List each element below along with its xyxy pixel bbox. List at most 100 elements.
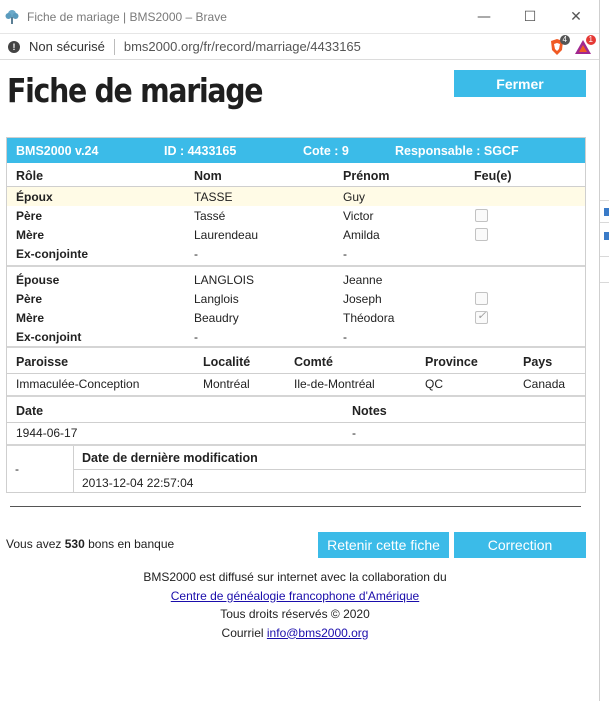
- bank-balance: Vous avez 530 bons en banque: [6, 537, 174, 551]
- minimize-button[interactable]: —: [461, 0, 507, 34]
- background-window: [600, 0, 609, 701]
- modification-left-value: -: [15, 462, 19, 476]
- table-row: Épouse LANGLOIS Jeanne: [7, 270, 585, 289]
- bank-suffix: bons en banque: [88, 537, 175, 551]
- role-cell: Père: [16, 292, 43, 306]
- security-label[interactable]: Non sécurisé: [29, 39, 105, 54]
- correction-button[interactable]: Correction: [454, 532, 586, 558]
- record-header: BMS2000 v.24 ID : 4433165 Cote : 9 Respo…: [7, 138, 585, 163]
- prenom-cell: Joseph: [343, 292, 382, 306]
- comte-cell: Ile-de-Montréal: [294, 377, 375, 391]
- background-line: [600, 256, 609, 257]
- col-feu: Feu(e): [474, 169, 512, 183]
- nom-cell: TASSE: [194, 190, 233, 204]
- nom-cell: Beaudry: [194, 311, 239, 325]
- table-row: Mère Beaudry Théodora: [7, 308, 585, 327]
- marriage-record: BMS2000 v.24 ID : 4433165 Cote : 9 Respo…: [6, 137, 586, 493]
- brave-shields-icon[interactable]: 4: [547, 34, 570, 57]
- pays-cell: Canada: [523, 377, 566, 391]
- maximize-button[interactable]: ☐: [507, 0, 553, 34]
- role-cell: Mère: [16, 311, 45, 325]
- email-link[interactable]: info@bms2000.org: [267, 626, 369, 640]
- cote-label: Cote : 9: [303, 144, 349, 158]
- modification-section: - Date de dernière modification 2013-12-…: [7, 444, 585, 492]
- horizontal-rule: [10, 506, 581, 507]
- partner-link[interactable]: Centre de généalogie francophone d'Améri…: [171, 589, 419, 603]
- background-mark: [604, 208, 609, 216]
- id-label: ID : 4433165: [164, 144, 237, 158]
- place-header-row: Paroisse Localité Comté Province Pays: [7, 346, 585, 374]
- table-row: Ex-conjoint - -: [7, 327, 585, 346]
- prenom-cell: -: [343, 330, 347, 344]
- brave-rewards-icon[interactable]: 1: [573, 34, 596, 57]
- bank-prefix: Vous avez: [6, 537, 62, 551]
- prenom-cell: -: [343, 247, 347, 261]
- col-localite: Localité: [203, 355, 251, 369]
- table-row: Père Tassé Victor: [7, 206, 585, 225]
- footer-rights: Tous droits réservés © 2020: [220, 607, 370, 621]
- nom-cell: -: [194, 330, 198, 344]
- shields-badge: 4: [559, 34, 570, 45]
- title-bar: Fiche de mariage | BMS2000 – Brave — ☐ ✕: [0, 0, 599, 34]
- modification-value: 2013-12-04 22:57:04: [82, 476, 194, 490]
- insecure-warning-icon[interactable]: !: [8, 40, 20, 53]
- deceased-checkbox: [475, 309, 488, 324]
- background-line: [600, 282, 609, 283]
- deceased-checkbox: [475, 228, 488, 241]
- col-role: Rôle: [16, 169, 44, 183]
- table-row: Père Langlois Joseph: [7, 289, 585, 308]
- browser-window: Fiche de mariage | BMS2000 – Brave — ☐ ✕…: [0, 0, 600, 701]
- version-label: BMS2000 v.24: [16, 144, 99, 158]
- retain-record-button[interactable]: Retenir cette fiche: [318, 532, 449, 558]
- background-line: [600, 200, 609, 201]
- responsable-label: Responsable : SGCF: [395, 144, 519, 158]
- col-date: Date: [16, 404, 44, 418]
- prenom-cell: Amilda: [343, 228, 380, 242]
- role-cell: Père: [16, 209, 43, 223]
- role-cell: Ex-conjointe: [16, 247, 89, 261]
- url-field[interactable]: bms2000.org/fr/record/marriage/4433165: [124, 39, 547, 54]
- footer-line: BMS2000 est diffusé sur internet avec la…: [143, 570, 447, 584]
- close-window-button[interactable]: ✕: [553, 0, 599, 34]
- tree-icon: [3, 8, 21, 26]
- page-title: Fiche de mariage: [7, 71, 264, 110]
- col-pays: Pays: [523, 355, 553, 369]
- background-mark: [604, 232, 609, 240]
- prenom-cell: Guy: [343, 190, 366, 204]
- col-comte: Comté: [294, 355, 333, 369]
- address-bar: ! Non sécurisé bms2000.org/fr/record/mar…: [0, 34, 599, 60]
- date-cell: 1944-06-17: [16, 426, 78, 440]
- nom-cell: Tassé: [194, 209, 226, 223]
- role-cell: Mère: [16, 228, 45, 242]
- prenom-cell: Jeanne: [343, 273, 383, 287]
- province-cell: QC: [425, 377, 443, 391]
- notes-cell: -: [352, 426, 356, 440]
- col-notes: Notes: [352, 404, 387, 418]
- paroisse-cell: Immaculée-Conception: [16, 377, 140, 391]
- window-title: Fiche de mariage | BMS2000 – Brave: [27, 9, 227, 24]
- role-cell: Époux: [16, 190, 53, 204]
- section-divider: [7, 265, 585, 267]
- table-row: Immaculée-Conception Montréal Ile-de-Mon…: [7, 374, 585, 395]
- table-row: 1944-06-17 -: [7, 423, 585, 444]
- nom-cell: LANGLOIS: [194, 273, 255, 287]
- modification-left-cell: -: [7, 446, 74, 492]
- address-separator: [113, 38, 115, 55]
- close-button[interactable]: Fermer: [454, 70, 586, 97]
- bank-count: 530: [64, 537, 85, 551]
- background-line: [600, 222, 609, 223]
- role-cell: Ex-conjoint: [16, 330, 82, 344]
- nom-cell: Laurendeau: [194, 228, 259, 242]
- table-row: Mère Laurendeau Amilda: [7, 225, 585, 244]
- role-cell: Épouse: [16, 273, 60, 287]
- localite-cell: Montréal: [203, 377, 250, 391]
- col-nom: Nom: [194, 169, 222, 183]
- col-province: Province: [425, 355, 478, 369]
- table-row: Ex-conjointe - -: [7, 244, 585, 265]
- people-header-row: Rôle Nom Prénom Feu(e): [7, 163, 585, 187]
- modification-header: Date de dernière modification: [74, 446, 585, 470]
- table-row: Époux TASSE Guy: [7, 187, 585, 206]
- prenom-cell: Théodora: [343, 311, 395, 325]
- deceased-checkbox: [475, 209, 488, 222]
- prenom-cell: Victor: [343, 209, 374, 223]
